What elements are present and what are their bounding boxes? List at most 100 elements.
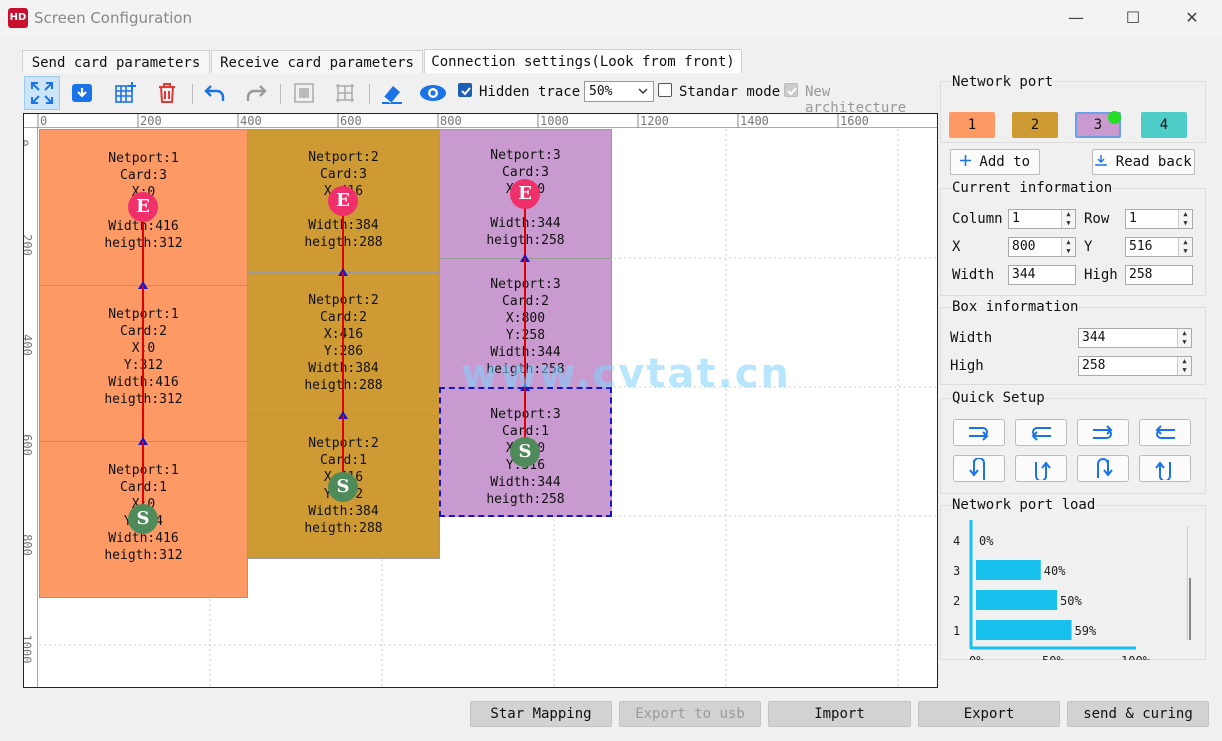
x-tick-label: 100% [1121,654,1151,660]
tab-receive-card-parameters[interactable]: Receive card parameters [211,50,423,73]
card-info-line: Netport:2 [308,293,379,308]
receiver-card[interactable]: Netport:3 Card:3 X:800 Width:344 heigth:258 [439,129,612,259]
spinner-arrows-icon[interactable]: ▲ ▼ [1178,238,1192,256]
fit-to-screen-button[interactable] [24,76,60,110]
receiver-card[interactable]: Netport:2 Card:1 X:416 Y:572 Width:384 heigth… [247,415,440,559]
box-high-input[interactable]: 258 ▲ ▼ [1078,356,1192,376]
port-4-button[interactable]: 4 [1141,112,1187,138]
high-value: 258 [1129,267,1153,282]
checkmark-icon [461,87,471,96]
add-grid-button[interactable] [107,76,143,110]
card-info-line: Card:1 [120,480,167,495]
x-input[interactable]: 800 ▲ ▼ [1008,237,1076,257]
standard-mode-checkbox[interactable] [658,83,672,97]
new-architecture-checkbox[interactable] [784,83,798,97]
card-info-line: Y:516 [505,458,546,473]
tab-send-card-parameters[interactable]: Send card parameters [22,50,210,73]
card-info-line: Netport:1 [108,307,179,322]
spinner-arrows-icon[interactable]: ▲ ▼ [1061,210,1075,228]
y-tick-label: 4 [953,534,960,548]
chart-scrollbar[interactable] [1187,526,1193,640]
card-info-line: heigth:288 [304,235,383,250]
port-3-button[interactable]: 3 [1075,111,1121,138]
export-to-usb-button[interactable]: Export to usb [619,701,761,727]
close-button[interactable]: ✕ [1177,6,1207,30]
snake-right-button[interactable] [953,419,1005,446]
card-info-line: Width:344 [490,216,561,231]
y-input[interactable]: 516 ▲ ▼ [1125,237,1193,257]
zoom-select[interactable]: 50% [584,81,654,102]
receiver-card[interactable]: Netport:1 Card:2 X:0 Y:312 Width:416 heigth:3… [39,285,248,442]
port-2-button[interactable]: 2 [1012,112,1058,138]
snake-up-button[interactable] [1015,455,1067,482]
spinner-arrows-icon[interactable]: ▲ ▼ [1177,357,1191,375]
app-logo-icon: HD [8,8,28,28]
snake-up-left-button[interactable] [1139,455,1191,482]
split-icon [336,84,354,102]
hidden-trace-checkbox[interactable] [458,83,472,97]
merge-button[interactable] [286,76,322,110]
scrollbar-thumb[interactable] [1189,578,1191,640]
snake-left-down-button[interactable] [1139,419,1191,446]
receiver-card[interactable]: Netport:3 Card:1 X:800 Y:516 Width:344 heigth… [439,387,612,517]
card-info-line: Width:416 [108,531,179,546]
quick-setup-title: Quick Setup [952,390,1045,406]
snake-right-down-button[interactable] [1077,419,1129,446]
width-input[interactable]: 344 [1008,265,1076,285]
minimize-button[interactable]: — [1061,6,1091,30]
card-info-line: Y:312 [123,358,164,373]
maximize-button[interactable]: ☐ [1118,6,1148,30]
card-info-line: X:0 [131,341,156,356]
delete-button[interactable] [149,76,185,110]
spinner-arrows-icon[interactable]: ▲ ▼ [1178,210,1192,228]
card-info-line: Netport:3 [490,277,561,292]
trash-icon [159,83,175,103]
snake-left-button[interactable] [1015,419,1067,446]
high-input[interactable]: 258 [1125,265,1193,285]
current-information-section: Current information Column 1 ▲ ▼ Row 1 ▲ ▼ X… [940,180,1206,296]
zoom-value: 50% [589,84,613,99]
read-back-button[interactable]: Read back [1092,149,1195,175]
receiver-card[interactable]: Netport:2 Card:3 X:416 Width:384 heigth:288 [247,129,440,273]
network-port-load-section: Network port load 159%250%340%40%0%50%10… [940,497,1206,660]
receiver-card[interactable]: Netport:1 Card:1 X:0 Y:624 Width:416 heigth:3… [39,441,248,598]
export-button[interactable]: Export [918,701,1060,727]
tab-connection-settings[interactable]: Connection settings(Look from front) [424,49,742,73]
read-back-label: Read back [1115,154,1192,170]
split-button[interactable] [327,76,363,110]
star-mapping-button[interactable]: Star Mapping [470,701,612,727]
snake-down-left-button[interactable] [1077,455,1129,482]
box-information-section: Box information Width 344 ▲ ▼ High 258 ▲ ▼ [940,299,1206,385]
port-1-button[interactable]: 1 [949,112,995,138]
redo-button[interactable] [238,76,274,110]
snake-down-button[interactable] [953,455,1005,482]
card-info-line: Card:2 [320,310,367,325]
spinner-arrows-icon[interactable]: ▲ ▼ [1061,238,1075,256]
add-to-button[interactable]: Add to [950,149,1040,175]
box-width-input[interactable]: 344 ▲ ▼ [1078,328,1192,348]
import-button[interactable]: Import [768,701,911,727]
snake-down-left-icon [1097,457,1113,478]
undo-button[interactable] [197,76,233,110]
card-info-line: Card:2 [120,324,167,339]
layout-canvas[interactable]: 0 200 400 600 800 1000 1200 1400 1600 0 … [23,113,938,688]
eraser-button[interactable] [374,76,410,110]
x-tick-label: 50% [1042,654,1064,660]
box-width-label: Width [950,330,993,346]
receiver-card[interactable]: Netport:2 Card:2 X:416 Y:286 Width:384 heigth… [247,272,440,416]
bar-value-label: 0% [979,534,994,548]
card-info-line: X:0 [131,185,156,200]
send-and-curing-button[interactable]: send & curing [1067,701,1209,727]
y-tick-label: 3 [953,564,960,578]
port-label: 1 [967,117,977,133]
toolbar-separator [369,84,370,104]
spinner-arrows-icon[interactable]: ▲ ▼ [1177,329,1191,347]
card-info-line: Width:416 [108,219,179,234]
column-input[interactable]: 1 ▲ ▼ [1008,209,1076,229]
save-button[interactable] [64,76,100,110]
row-input[interactable]: 1 ▲ ▼ [1125,209,1193,229]
preview-button[interactable] [415,76,451,110]
receiver-card[interactable]: Netport:1 Card:3 X:0 Width:416 heigth:312 [39,129,248,286]
watermark: www.cvtat.cn [461,351,791,397]
checkmark-icon [787,87,797,96]
